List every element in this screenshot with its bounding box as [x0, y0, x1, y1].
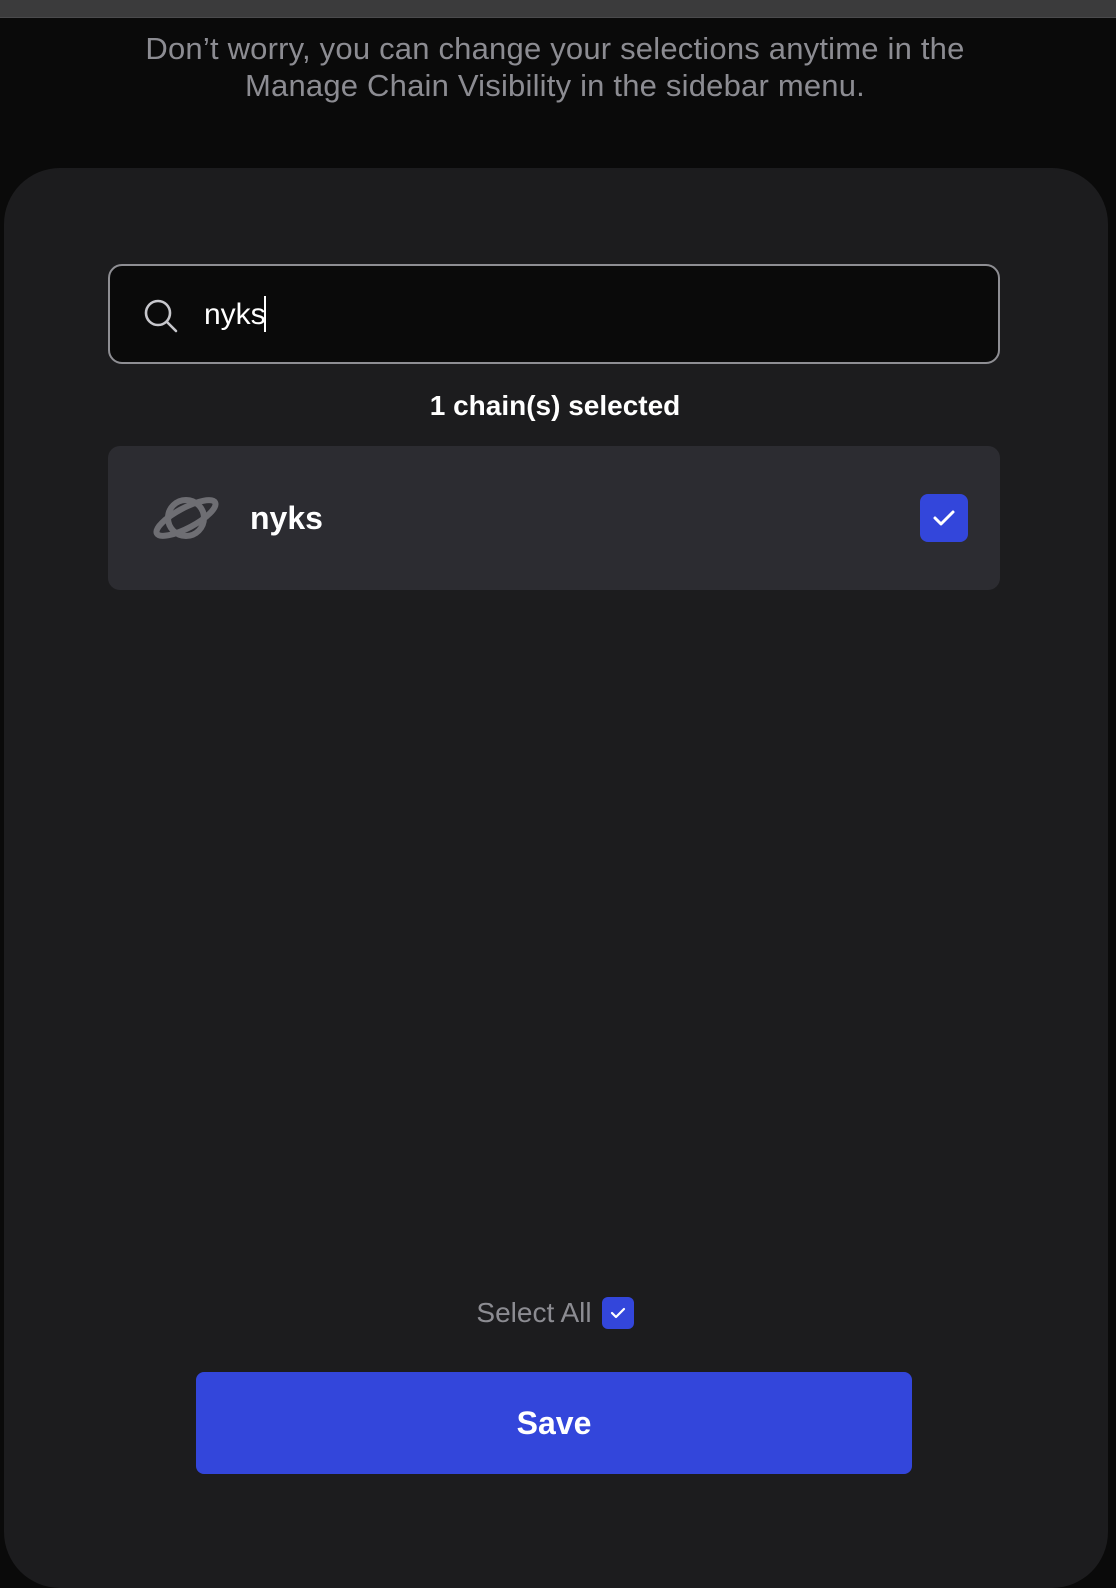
planet-icon: [153, 497, 219, 539]
save-button[interactable]: Save: [196, 1372, 912, 1474]
search-icon: [144, 299, 178, 333]
chain-checkbox[interactable]: [920, 494, 968, 542]
chain-name: nyks: [250, 500, 323, 536]
select-all-control[interactable]: Select All: [0, 1296, 1110, 1330]
checkmark-icon: [933, 510, 955, 526]
window-top-bar: [0, 0, 1116, 18]
selected-count: 1 chain(s) selected: [429, 390, 681, 421]
search-input[interactable]: [204, 288, 964, 342]
select-all-label: Select All: [476, 1297, 592, 1328]
info-subtitle: Don’t worry, you can change your selecti…: [0, 30, 1110, 104]
select-all-checkbox[interactable]: [601, 1297, 634, 1329]
subtitle-line-1: Don’t worry, you can change your selecti…: [145, 31, 965, 66]
checkmark-icon: [610, 1307, 625, 1319]
text-cursor: [264, 296, 266, 332]
subtitle-line-2: Manage Chain Visibility in the sidebar m…: [245, 68, 865, 103]
search-box[interactable]: [108, 264, 1000, 364]
chain-list-item[interactable]: nyks: [108, 446, 1000, 590]
